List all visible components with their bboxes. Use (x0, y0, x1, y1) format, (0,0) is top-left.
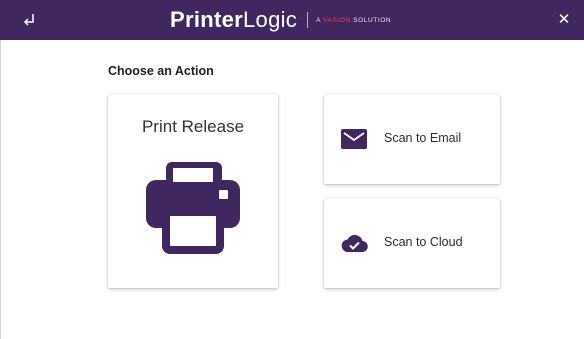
print-release-label: Print Release (141, 117, 245, 136)
back-button[interactable] (18, 8, 42, 32)
cloud-check-icon (340, 231, 368, 255)
scan-to-email-card[interactable]: Scan to Email (324, 94, 500, 184)
brand-tagline-accent: VASION (323, 16, 351, 24)
envelope-icon (340, 127, 368, 151)
scan-to-cloud-card[interactable]: Scan to Cloud (324, 198, 500, 288)
print-release-card[interactable]: Print Release (108, 94, 278, 288)
top-bar: Printer Logic A VASION SOLUTION ✕ (0, 0, 584, 40)
close-button[interactable]: ✕ (554, 9, 574, 31)
scan-to-email-label: Scan to Email (384, 131, 462, 145)
page-title: Choose an Action (108, 64, 214, 78)
return-arrow-icon (18, 8, 42, 32)
brand-divider (307, 12, 309, 28)
scan-to-cloud-label: Scan to Cloud (384, 235, 463, 249)
brand-tagline: A VASION SOLUTION (316, 17, 391, 24)
brand-printer-text: Printer (170, 7, 244, 32)
brand-logo: Printer Logic A VASION SOLUTION (170, 7, 391, 32)
printer-icon (144, 158, 242, 256)
brand-tagline-suffix: SOLUTION (350, 16, 392, 24)
page-left-border (0, 40, 1, 339)
brand-logic-text: Logic (243, 7, 298, 32)
close-icon: ✕ (557, 11, 571, 28)
